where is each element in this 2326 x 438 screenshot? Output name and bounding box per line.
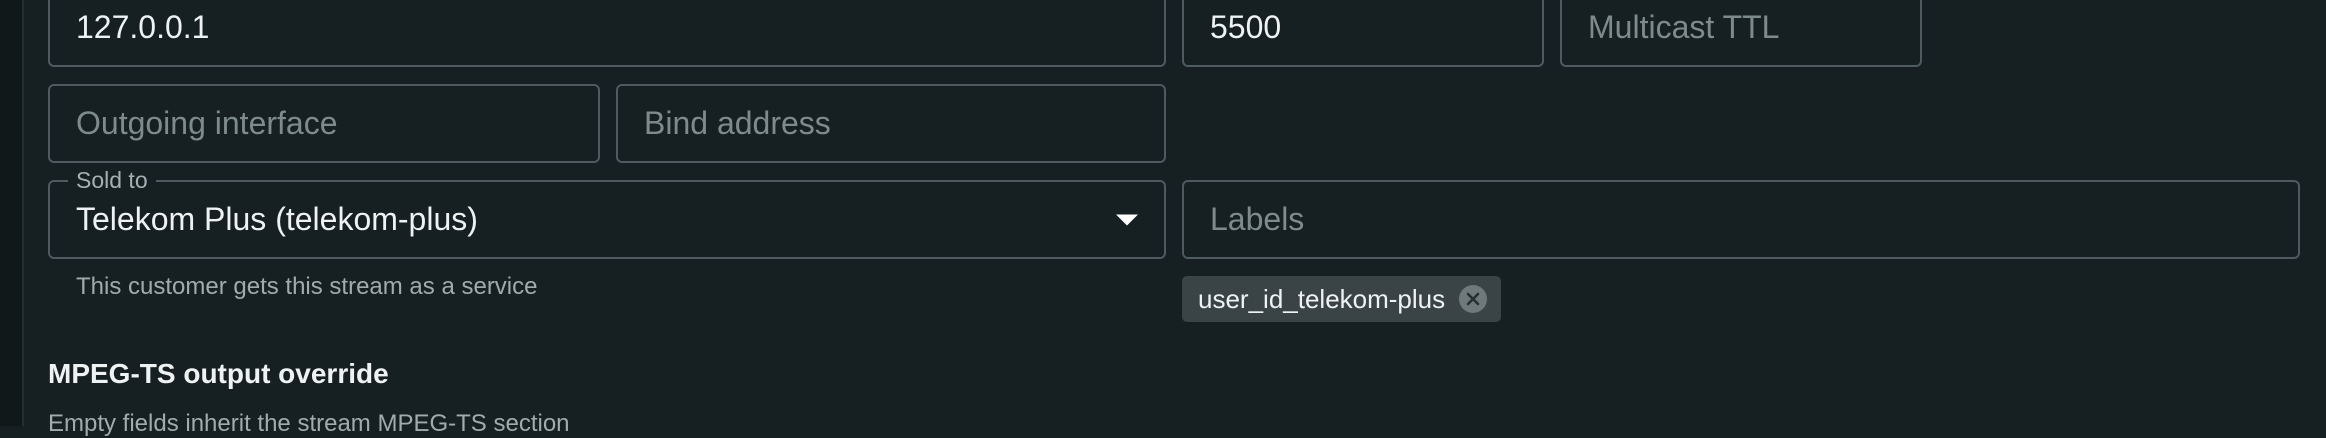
port-input[interactable] [1184, 0, 1542, 65]
label-chip-text: user_id_telekom-plus [1198, 283, 1446, 314]
sold-to-value: Telekom Plus (telekom-plus) [76, 201, 478, 237]
sold-to-select[interactable]: Sold to Telekom Plus (telekom-plus) [48, 165, 1166, 259]
mpegts-section-subtitle: Empty fields inherit the stream MPEG-TS … [48, 410, 570, 437]
labels-input[interactable] [1184, 182, 2298, 257]
outgoing-interface-field[interactable] [48, 84, 600, 163]
address-input[interactable] [50, 0, 1164, 65]
bind-address-input[interactable] [618, 86, 1164, 161]
multicast-ttl-field[interactable] [1560, 0, 1922, 67]
caret-down-icon[interactable] [1116, 214, 1138, 225]
labels-field[interactable] [1182, 180, 2300, 259]
outgoing-interface-input[interactable] [50, 86, 598, 161]
label-chip[interactable]: user_id_telekom-plus [1182, 276, 1502, 322]
port-field[interactable] [1182, 0, 1544, 67]
sold-to-helper-text: This customer gets this stream as a serv… [76, 273, 538, 300]
address-field[interactable] [48, 0, 1166, 67]
left-panel-edge [0, 0, 24, 426]
bind-address-field[interactable] [616, 84, 1166, 163]
close-circle-icon[interactable] [1459, 285, 1488, 313]
mpegts-section-title: MPEG-TS output override [48, 358, 389, 389]
multicast-ttl-input[interactable] [1562, 0, 1920, 65]
